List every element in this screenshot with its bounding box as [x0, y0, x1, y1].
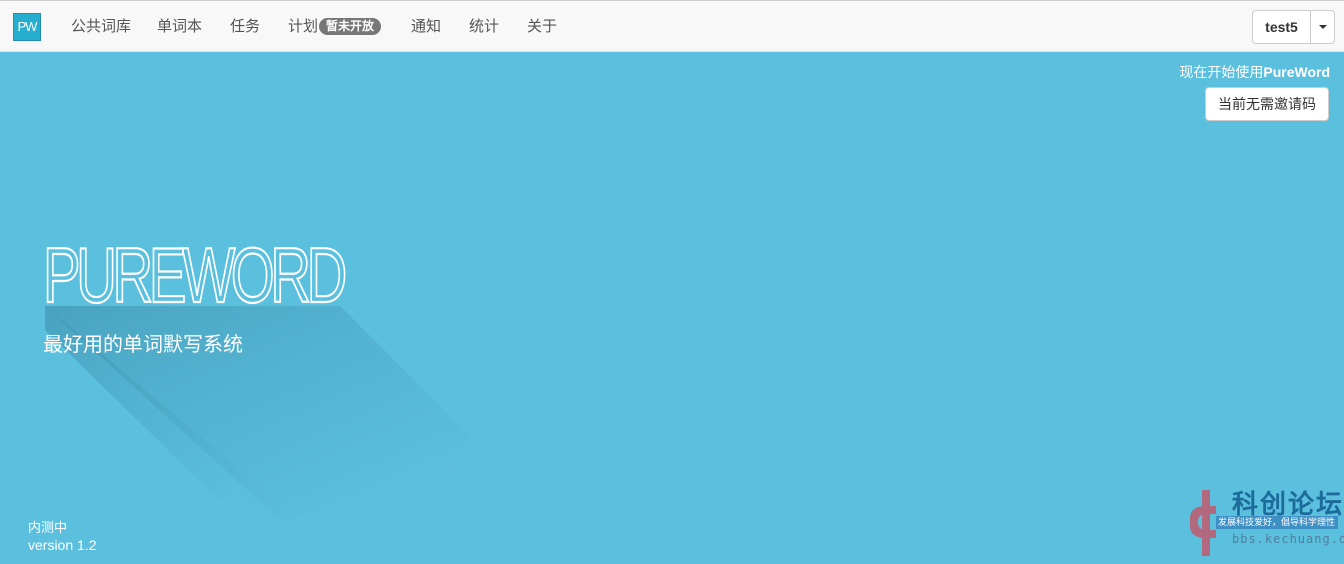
version-label: version 1.2	[28, 537, 97, 553]
user-button[interactable]: test5	[1253, 11, 1311, 43]
user-menu: test5	[1252, 10, 1335, 44]
start-prefix: 现在开始使用	[1179, 64, 1264, 80]
nav-tasks[interactable]: 任务	[230, 1, 260, 53]
beta-status: 内测中	[28, 520, 68, 535]
forum-url: bbs.kechuang.org	[1232, 532, 1344, 546]
start-brand: PureWord	[1263, 64, 1330, 80]
nav-public-library[interactable]: 公共词库	[71, 1, 131, 53]
forum-subtitle: 发展科技爱好，倡导科学理性	[1216, 516, 1338, 529]
start-using-text: 现在开始使用PureWord	[1179, 62, 1330, 82]
brand-title: PUREWORD	[42, 230, 353, 326]
logo[interactable]: PW	[13, 13, 41, 41]
brand-title-text: PUREWORD	[43, 231, 345, 319]
tagline: 最好用的单词默写系统	[43, 334, 243, 356]
coming-soon-badge: 暂未开放	[319, 18, 382, 35]
navbar: PW 公共词库 单词本 任务 计划 暂未开放 通知 统计 关于 test5	[0, 0, 1344, 52]
nav-about[interactable]: 关于	[527, 1, 557, 53]
nav-notifications[interactable]: 通知	[411, 1, 441, 53]
nav-wordbook[interactable]: 单词本	[157, 1, 202, 53]
nav-plan-label: 计划	[288, 18, 319, 35]
invite-code-button[interactable]: 当前无需邀请码	[1205, 87, 1329, 121]
nav-plan[interactable]: 计划 暂未开放	[288, 1, 382, 53]
brand-wordmark: PUREWORD	[42, 230, 352, 320]
user-dropdown-toggle[interactable]	[1311, 11, 1334, 43]
forum-watermark: 科创论坛 发展科技爱好，倡导科学理性 bbs.kechuang.org	[1186, 484, 1344, 556]
caret-down-icon	[1319, 25, 1327, 29]
nav-statistics[interactable]: 统计	[469, 1, 499, 53]
